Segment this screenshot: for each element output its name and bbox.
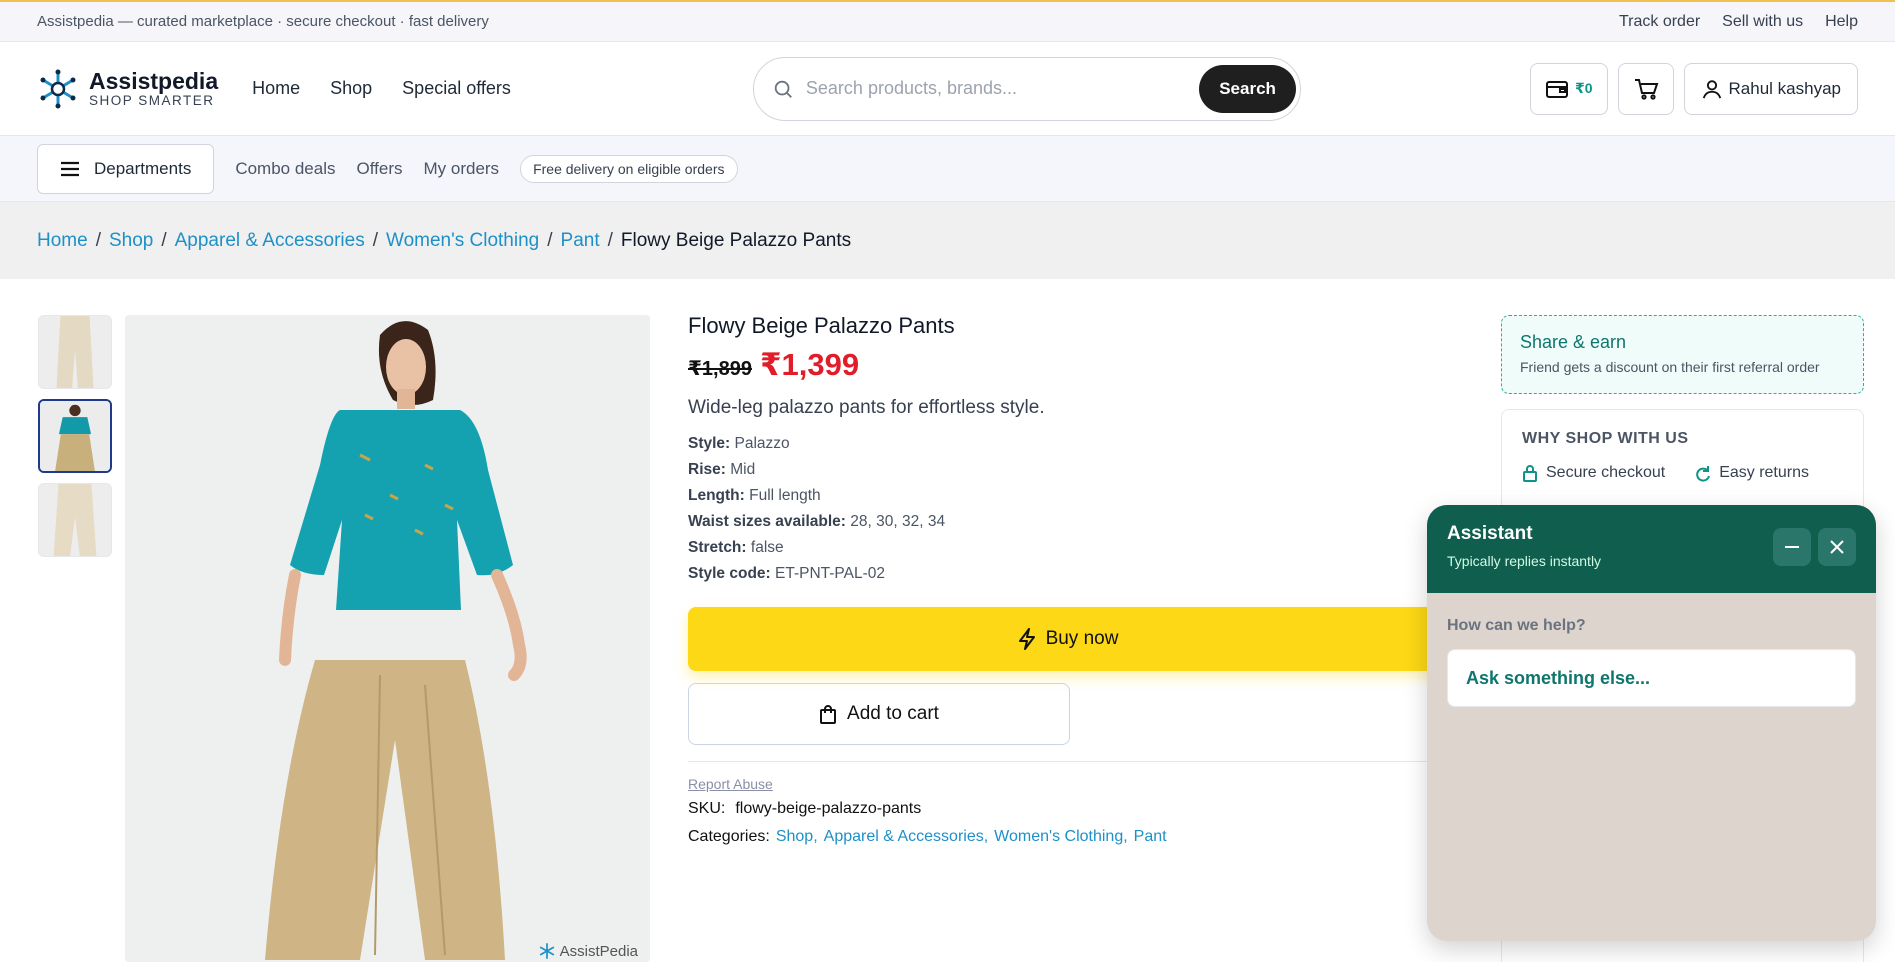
- share-earn-card[interactable]: Share & earn Friend gets a discount on t…: [1501, 315, 1864, 394]
- nav-shop[interactable]: Shop: [330, 78, 372, 99]
- hamburger-icon: [61, 161, 79, 176]
- lightning-icon: [1018, 628, 1035, 650]
- spec-row: Waist sizes available: 28, 30, 32, 34: [688, 513, 946, 530]
- breadcrumb-shop[interactable]: Shop: [109, 230, 153, 252]
- user-icon: [1702, 79, 1721, 98]
- assistant-chat-widget: Assistant Typically replies instantly Ho…: [1427, 505, 1876, 941]
- cart-icon: [1634, 78, 1658, 100]
- my-orders-link[interactable]: My orders: [423, 159, 499, 179]
- spec-row: Rise: Mid: [688, 461, 756, 478]
- combo-deals-link[interactable]: Combo deals: [235, 159, 335, 179]
- close-button[interactable]: [1818, 528, 1856, 566]
- thumbnail-1[interactable]: [38, 315, 112, 389]
- category-link[interactable]: Apparel & Accessories,: [824, 828, 989, 846]
- price-block: ₹1,899 ₹1,399: [688, 347, 1448, 383]
- track-order-link[interactable]: Track order: [1619, 13, 1700, 31]
- divider: [688, 761, 1448, 762]
- snowflake-watermark-icon: [539, 943, 554, 959]
- ask-something-button[interactable]: Ask something else...: [1447, 649, 1856, 707]
- watermark-text: AssistPedia: [559, 942, 638, 960]
- refresh-icon: [1696, 466, 1711, 482]
- product-main-image[interactable]: AssistPedia: [125, 315, 650, 962]
- snowflake-logo-icon: [40, 69, 76, 108]
- category-link[interactable]: Pant: [1134, 828, 1167, 846]
- breadcrumb-pant[interactable]: Pant: [561, 230, 600, 252]
- spec-list: Style: Palazzo Rise: Mid Length: Full le…: [688, 431, 1448, 587]
- breadcrumb: Home / Shop / Apparel & Accessories / Women…: [0, 202, 1895, 279]
- departments-label: Departments: [94, 158, 192, 178]
- spec-row: Style: Palazzo: [688, 435, 790, 452]
- wallet-button[interactable]: ₹0: [1530, 62, 1608, 115]
- product-info: Flowy Beige Palazzo Pants ₹1,899 ₹1,399 …: [688, 313, 1448, 846]
- assistant-prompt: How can we help?: [1447, 617, 1586, 634]
- announcement-bar: Assistpedia — curated marketplace · secu…: [0, 0, 1895, 42]
- minimize-icon: [1785, 546, 1799, 548]
- model-photo-illustration: [125, 315, 650, 962]
- announcement-text: Assistpedia — curated marketplace · secu…: [37, 13, 489, 30]
- main-nav: Home Shop Special offers: [252, 78, 511, 99]
- sku-value: flowy-beige-palazzo-pants: [735, 800, 922, 817]
- spec-row: Style code: ET-PNT-PAL-02: [688, 565, 885, 582]
- category-link[interactable]: Women's Clothing,: [994, 828, 1127, 846]
- assistant-body: How can we help? Ask something else...: [1427, 593, 1876, 731]
- cart-button[interactable]: [1617, 62, 1674, 115]
- breadcrumb-home[interactable]: Home: [37, 230, 88, 252]
- secondary-nav: Departments Combo deals Offers My orders…: [0, 136, 1895, 202]
- category-link[interactable]: Shop,: [776, 828, 818, 846]
- breadcrumb-womens-clothing[interactable]: Women's Clothing: [386, 230, 539, 252]
- search-input[interactable]: [805, 78, 1200, 99]
- categories-row: Categories: Shop, Apparel & Accessories,…: [688, 828, 1448, 846]
- breadcrumb-current: Flowy Beige Palazzo Pants: [620, 229, 852, 251]
- nav-special-offers[interactable]: Special offers: [402, 78, 511, 99]
- add-to-cart-button[interactable]: Add to cart: [688, 683, 1070, 745]
- breadcrumb-apparel[interactable]: Apparel & Accessories: [175, 230, 365, 252]
- categories-label: Categories:: [688, 828, 770, 845]
- assistant-header: Assistant Typically replies instantly: [1427, 505, 1876, 593]
- search-button[interactable]: Search: [1199, 64, 1296, 113]
- brand-tagline: SHOP SMARTER: [89, 93, 215, 108]
- utility-links: Track order Sell with us Help: [1619, 13, 1858, 31]
- brand-name: Assistpedia: [89, 68, 219, 94]
- sale-price: ₹1,399: [759, 347, 860, 382]
- account-button[interactable]: Rahul kashyap: [1683, 62, 1858, 115]
- help-link[interactable]: Help: [1825, 13, 1858, 31]
- wallet-balance: ₹0: [1575, 80, 1593, 96]
- why-shop-title: WHY SHOP WITH US: [1522, 430, 1689, 447]
- wallet-icon: [1546, 80, 1568, 98]
- thumbnail-list: [38, 315, 112, 557]
- product-description: Wide-leg palazzo pants for effortless st…: [688, 397, 1045, 418]
- report-abuse-link[interactable]: Report Abuse: [688, 776, 1448, 792]
- close-icon: [1830, 540, 1844, 554]
- thumbnail-3[interactable]: [38, 483, 112, 557]
- user-name: Rahul kashyap: [1728, 78, 1841, 98]
- offers-link[interactable]: Offers: [357, 159, 403, 179]
- thumbnail-2[interactable]: [38, 399, 112, 473]
- header-actions: ₹0 Rahul kashyap: [1530, 62, 1858, 115]
- spec-row: Length: Full length: [688, 487, 821, 504]
- shopping-bag-icon: [820, 705, 837, 724]
- minimize-button[interactable]: [1773, 528, 1811, 566]
- free-delivery-badge: Free delivery on eligible orders: [520, 154, 738, 183]
- sell-with-us-link[interactable]: Sell with us: [1722, 13, 1803, 31]
- share-title: Share & earn: [1520, 332, 1627, 352]
- spec-row: Stretch: false: [688, 539, 784, 556]
- departments-button[interactable]: Departments: [37, 143, 215, 194]
- nav-home[interactable]: Home: [252, 78, 300, 99]
- buy-now-button[interactable]: Buy now: [688, 607, 1448, 671]
- site-header: Assistpedia SHOP SMARTER Home Shop Speci…: [0, 42, 1895, 136]
- share-subtitle: Friend gets a discount on their first re…: [1520, 359, 1820, 375]
- feature-easy-returns: Easy returns: [1693, 464, 1809, 482]
- original-price: ₹1,899: [688, 358, 752, 380]
- feature-secure-checkout: Secure checkout: [1522, 464, 1665, 482]
- logo[interactable]: Assistpedia SHOP SMARTER: [37, 68, 218, 110]
- sku-label: SKU:: [688, 800, 726, 817]
- product-title: Flowy Beige Palazzo Pants: [688, 313, 955, 338]
- search-bar: Search: [752, 56, 1301, 121]
- lock-icon: [1523, 465, 1537, 482]
- sku-row: SKU: flowy-beige-palazzo-pants: [688, 800, 1448, 818]
- search-icon: [774, 80, 792, 98]
- watermark: AssistPedia: [538, 942, 638, 960]
